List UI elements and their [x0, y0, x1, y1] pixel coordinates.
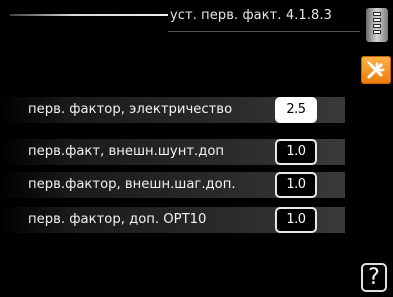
- setting-value[interactable]: 2.5: [275, 97, 317, 123]
- title-divider: [168, 31, 360, 32]
- setting-label: перв.фактор, внешн.шаг.доп.: [28, 177, 236, 192]
- setting-value[interactable]: 1.0: [275, 172, 317, 198]
- setting-row-ext-step[interactable]: перв.фактор, внешн.шаг.доп. 1.0: [0, 172, 345, 198]
- tools-icon[interactable]: [361, 56, 391, 84]
- page-title: уст. перв. факт. 4.1.8.3: [170, 8, 333, 23]
- setting-label: перв. фактор, доп. OPT10: [28, 212, 207, 227]
- setting-label: перв.факт, внешн.шунт.доп: [28, 144, 225, 159]
- setting-row-electricity[interactable]: перв. фактор, электричество 2.5: [0, 97, 345, 123]
- setting-label: перв. фактор, электричество: [28, 102, 233, 117]
- setting-row-opt10[interactable]: перв. фактор, доп. OPT10 1.0: [0, 207, 345, 233]
- header-line: [10, 14, 168, 16]
- help-button[interactable]: ?: [361, 263, 387, 292]
- setting-value[interactable]: 1.0: [275, 139, 317, 165]
- setting-value[interactable]: 1.0: [275, 207, 317, 233]
- setting-row-ext-shunt[interactable]: перв.факт, внешн.шунт.доп 1.0: [0, 139, 345, 165]
- scroll-indicator-icon[interactable]: [366, 8, 388, 42]
